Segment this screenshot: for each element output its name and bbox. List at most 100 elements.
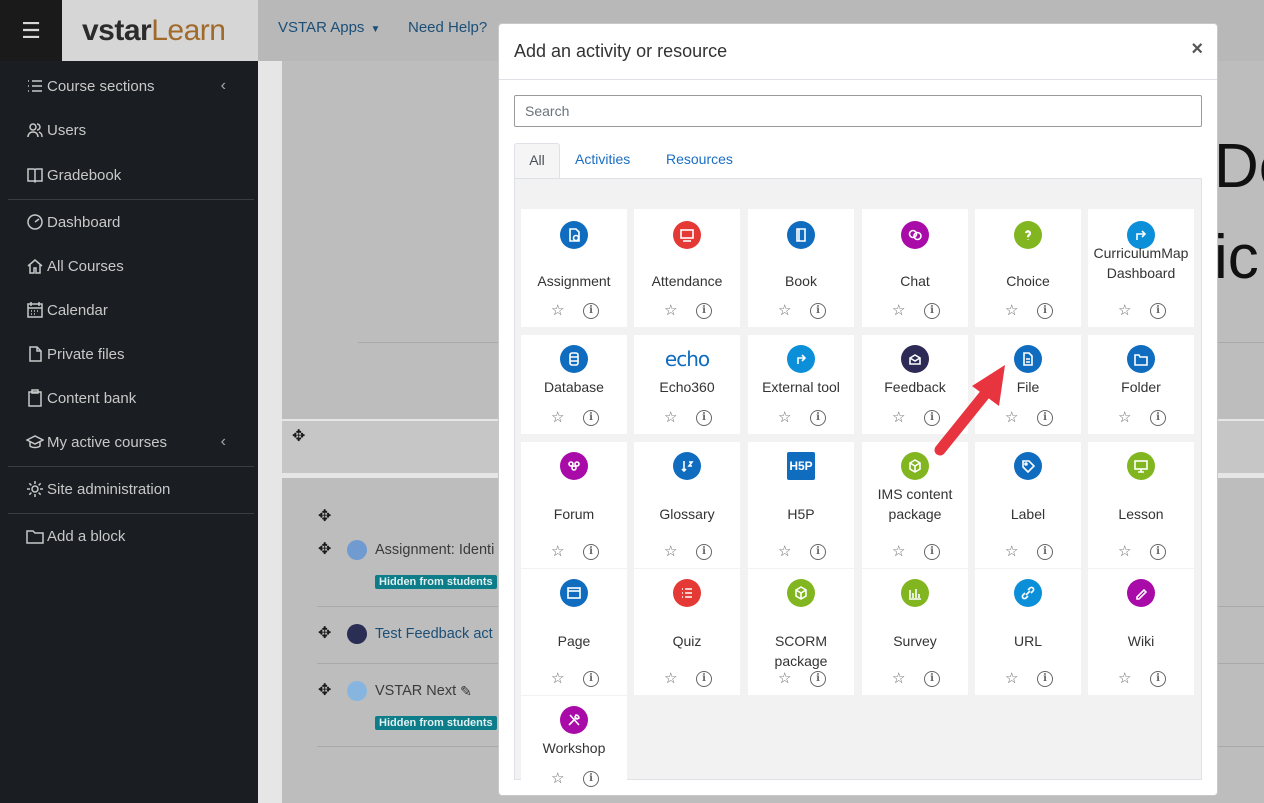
star-icon[interactable]: ☆: [778, 301, 791, 319]
sidebar-item-content-bank[interactable]: Content bank: [24, 389, 136, 407]
info-icon[interactable]: i: [1037, 303, 1053, 319]
sidebar-item-course-sections[interactable]: Course sections ‹: [24, 77, 242, 95]
chevron-left-icon[interactable]: ‹: [221, 77, 226, 95]
star-icon[interactable]: ☆: [892, 669, 905, 687]
star-icon[interactable]: ☆: [1005, 669, 1018, 687]
info-icon[interactable]: i: [1037, 544, 1053, 560]
info-icon[interactable]: i: [810, 303, 826, 319]
move-icon[interactable]: ✥: [318, 623, 331, 643]
info-icon[interactable]: i: [583, 771, 599, 787]
activity-row[interactable]: VSTAR Next ✎: [347, 681, 472, 701]
info-icon[interactable]: i: [583, 303, 599, 319]
star-icon[interactable]: ☆: [664, 301, 677, 319]
star-icon[interactable]: ☆: [892, 408, 905, 426]
search-input[interactable]: [514, 95, 1202, 127]
star-icon[interactable]: ☆: [1118, 408, 1131, 426]
sidebar-item-site-administration[interactable]: Site administration: [24, 480, 170, 498]
activity-card-external-tool[interactable]: External tool ☆ i: [748, 335, 854, 434]
info-icon[interactable]: i: [810, 671, 826, 687]
need-help-link[interactable]: Need Help?: [408, 19, 487, 36]
sidebar-item-all-courses[interactable]: All Courses: [24, 257, 124, 275]
activity-card-book[interactable]: Book ☆ i: [748, 209, 854, 327]
info-icon[interactable]: i: [696, 410, 712, 426]
star-icon[interactable]: ☆: [551, 408, 564, 426]
hamburger-icon[interactable]: ☰: [0, 0, 62, 61]
activity-row[interactable]: Test Feedback act: [347, 624, 493, 644]
activity-card-attendance[interactable]: Attendance ☆ i: [634, 209, 740, 327]
activity-card-wiki[interactable]: Wiki ☆ i: [1088, 569, 1194, 695]
star-icon[interactable]: ☆: [778, 542, 791, 560]
vstar-apps-menu[interactable]: VSTAR Apps ▼: [278, 19, 380, 36]
info-icon[interactable]: i: [810, 544, 826, 560]
activity-card-quiz[interactable]: Quiz ☆ i: [634, 569, 740, 695]
activity-card-assignment[interactable]: Assignment ☆ i: [521, 209, 627, 327]
star-icon[interactable]: ☆: [1005, 542, 1018, 560]
star-icon[interactable]: ☆: [778, 669, 791, 687]
move-icon[interactable]: ✥: [318, 506, 331, 526]
sidebar-item-my-active-courses[interactable]: My active courses ‹: [24, 433, 242, 451]
info-icon[interactable]: i: [696, 544, 712, 560]
sidebar-item-gradebook[interactable]: Gradebook: [24, 166, 121, 184]
star-icon[interactable]: ☆: [1118, 301, 1131, 319]
activity-card-echo360[interactable]: echo Echo360 ☆ i: [634, 335, 740, 434]
star-icon[interactable]: ☆: [551, 301, 564, 319]
info-icon[interactable]: i: [1150, 410, 1166, 426]
activity-card-database[interactable]: Database ☆ i: [521, 335, 627, 434]
star-icon[interactable]: ☆: [551, 669, 564, 687]
sidebar-item-calendar[interactable]: Calendar: [24, 301, 108, 319]
close-icon[interactable]: ×: [1191, 38, 1203, 61]
info-icon[interactable]: i: [924, 544, 940, 560]
activity-card-page[interactable]: Page ☆ i: [521, 569, 627, 695]
activity-card-glossary[interactable]: Glossary ☆ i: [634, 442, 740, 568]
pencil-icon[interactable]: ✎: [460, 683, 472, 700]
info-icon[interactable]: i: [696, 671, 712, 687]
activity-card-choice[interactable]: Choice ☆ i: [975, 209, 1081, 327]
star-icon[interactable]: ☆: [664, 542, 677, 560]
info-icon[interactable]: i: [810, 410, 826, 426]
star-icon[interactable]: ☆: [892, 542, 905, 560]
activity-name[interactable]: Test Feedback act: [375, 626, 493, 642]
activity-card-h5p[interactable]: H5P H5P ☆ i: [748, 442, 854, 568]
star-icon[interactable]: ☆: [778, 408, 791, 426]
activity-card-curriculummap-dashboard[interactable]: CurriculumMap Dashboard ☆ i: [1088, 209, 1194, 327]
info-icon[interactable]: i: [1150, 303, 1166, 319]
activity-card-label[interactable]: Label ☆ i: [975, 442, 1081, 568]
info-icon[interactable]: i: [583, 410, 599, 426]
star-icon[interactable]: ☆: [551, 542, 564, 560]
star-icon[interactable]: ☆: [551, 769, 564, 787]
move-icon[interactable]: ✥: [318, 539, 331, 559]
tab-activities[interactable]: Activities: [575, 143, 630, 178]
activity-card-url[interactable]: URL ☆ i: [975, 569, 1081, 695]
star-icon[interactable]: ☆: [1118, 542, 1131, 560]
activity-card-forum[interactable]: Forum ☆ i: [521, 442, 627, 568]
tab-resources[interactable]: Resources: [666, 143, 733, 178]
info-icon[interactable]: i: [583, 544, 599, 560]
info-icon[interactable]: i: [1150, 544, 1166, 560]
sidebar-item-dashboard[interactable]: Dashboard: [24, 213, 120, 231]
move-icon[interactable]: ✥: [292, 426, 305, 446]
activity-row[interactable]: Assignment: Identi: [347, 540, 494, 560]
sidebar-item-private-files[interactable]: Private files: [24, 345, 125, 363]
activity-card-survey[interactable]: Survey ☆ i: [862, 569, 968, 695]
activity-card-ims-content-package[interactable]: IMS content package ☆ i: [862, 442, 968, 568]
chevron-left-icon[interactable]: ‹: [221, 433, 226, 451]
info-icon[interactable]: i: [583, 671, 599, 687]
info-icon[interactable]: i: [1037, 671, 1053, 687]
info-icon[interactable]: i: [1150, 671, 1166, 687]
info-icon[interactable]: i: [924, 671, 940, 687]
sidebar-item-add-a-block[interactable]: Add a block: [24, 527, 125, 545]
info-icon[interactable]: i: [924, 303, 940, 319]
star-icon[interactable]: ☆: [664, 669, 677, 687]
star-icon[interactable]: ☆: [1118, 669, 1131, 687]
star-icon[interactable]: ☆: [892, 301, 905, 319]
activity-card-folder[interactable]: Folder ☆ i: [1088, 335, 1194, 434]
star-icon[interactable]: ☆: [664, 408, 677, 426]
sidebar-item-users[interactable]: Users: [24, 121, 86, 139]
move-icon[interactable]: ✥: [318, 680, 331, 700]
activity-card-lesson[interactable]: Lesson ☆ i: [1088, 442, 1194, 568]
activity-card-scorm-package[interactable]: SCORM package ☆ i: [748, 569, 854, 695]
info-icon[interactable]: i: [696, 303, 712, 319]
tab-all[interactable]: All: [514, 143, 560, 178]
site-logo[interactable]: vstar Learn: [62, 0, 258, 61]
info-icon[interactable]: i: [1037, 410, 1053, 426]
